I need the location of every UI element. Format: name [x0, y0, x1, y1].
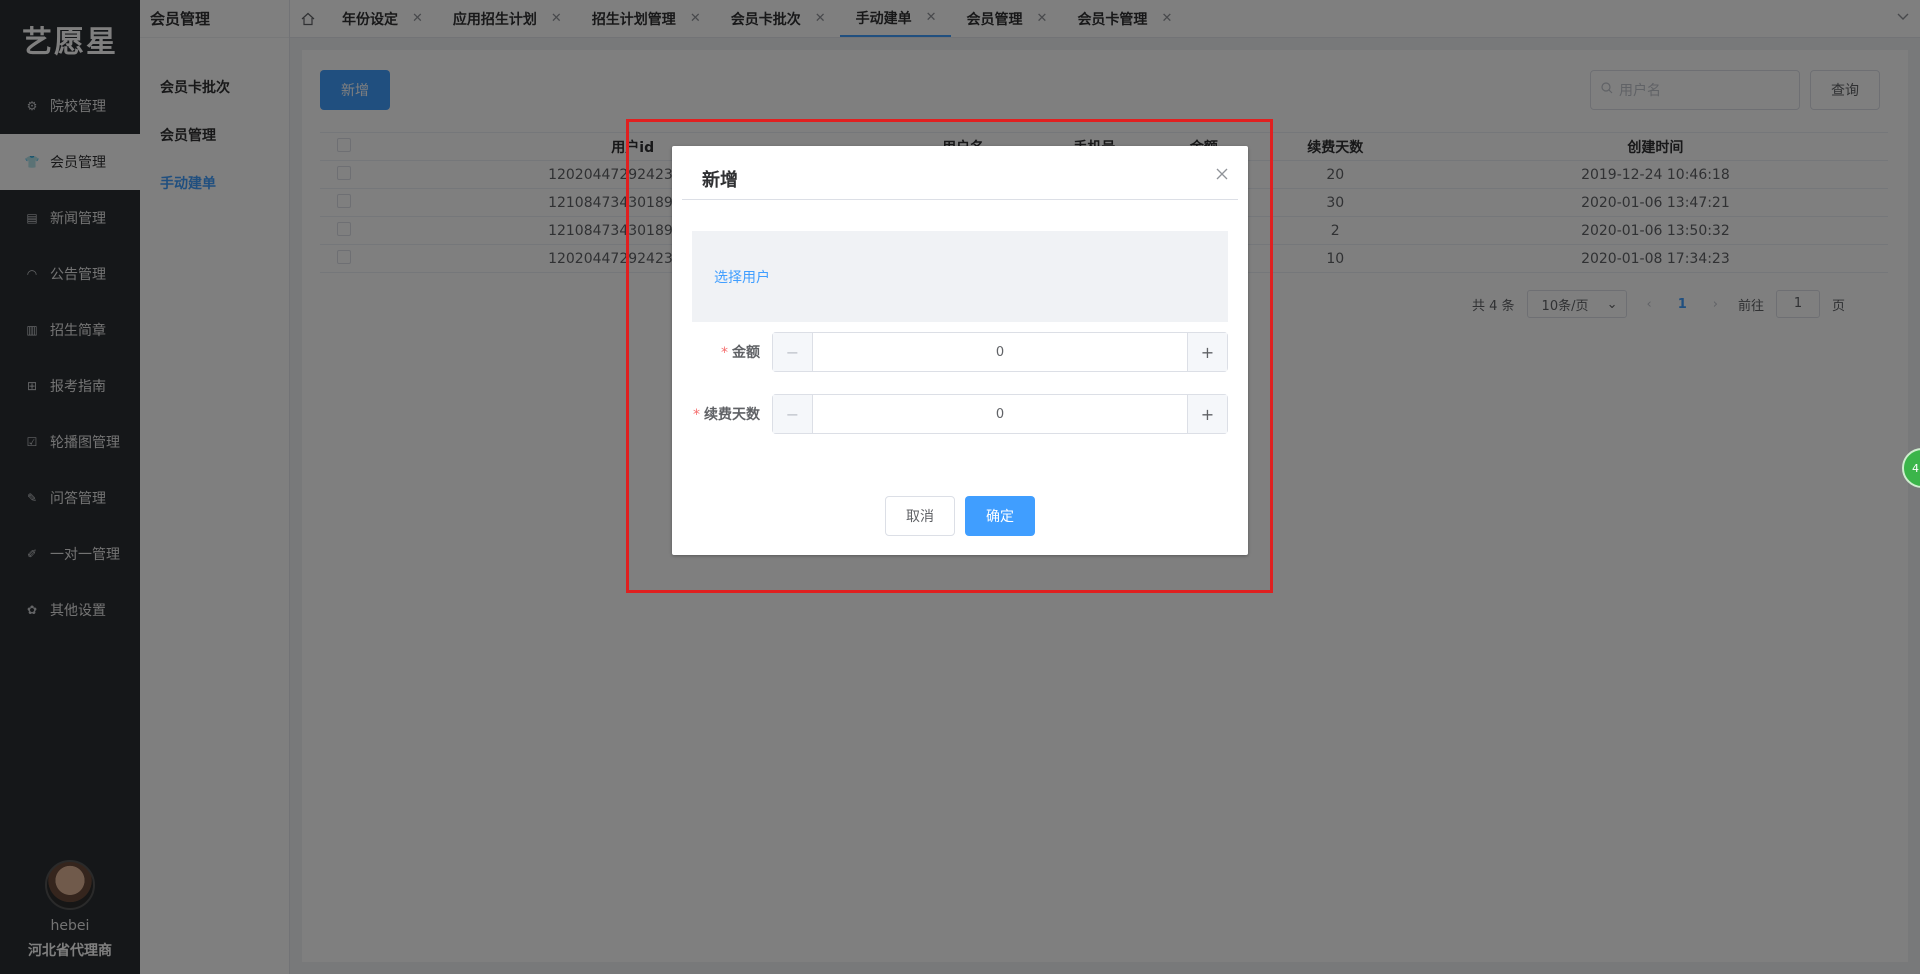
dialog-title: 新增 — [702, 170, 738, 191]
days-input[interactable]: 0 — [813, 395, 1187, 433]
amount-form-item: * 金额 − 0 + — [692, 332, 1228, 372]
decrease-days-button[interactable]: − — [773, 395, 813, 433]
increase-amount-button[interactable]: + — [1187, 333, 1227, 371]
amount-label: * 金额 — [692, 342, 772, 362]
required-asterisk: * — [693, 407, 700, 423]
confirm-button[interactable]: 确定 — [965, 496, 1035, 536]
days-label-text: 续费天数 — [704, 407, 760, 423]
add-dialog: 新增 选择用户 * 金额 − 0 + * 续费天数 − 0 + 取消 确定 — [672, 146, 1248, 555]
close-icon[interactable] — [1216, 164, 1228, 185]
amount-stepper: − 0 + — [772, 332, 1228, 372]
days-form-item: * 续费天数 − 0 + — [692, 394, 1228, 434]
select-user-label: 选择用户 — [714, 269, 770, 286]
required-asterisk: * — [721, 345, 728, 361]
amount-input[interactable]: 0 — [813, 333, 1187, 371]
cancel-button[interactable]: 取消 — [885, 496, 955, 536]
amount-label-text: 金额 — [732, 345, 760, 361]
decrease-amount-button[interactable]: − — [773, 333, 813, 371]
select-user-button[interactable]: 选择用户 — [692, 231, 1228, 322]
days-label: * 续费天数 — [692, 404, 772, 424]
dialog-divider — [682, 199, 1238, 200]
days-stepper: − 0 + — [772, 394, 1228, 434]
increase-days-button[interactable]: + — [1187, 395, 1227, 433]
